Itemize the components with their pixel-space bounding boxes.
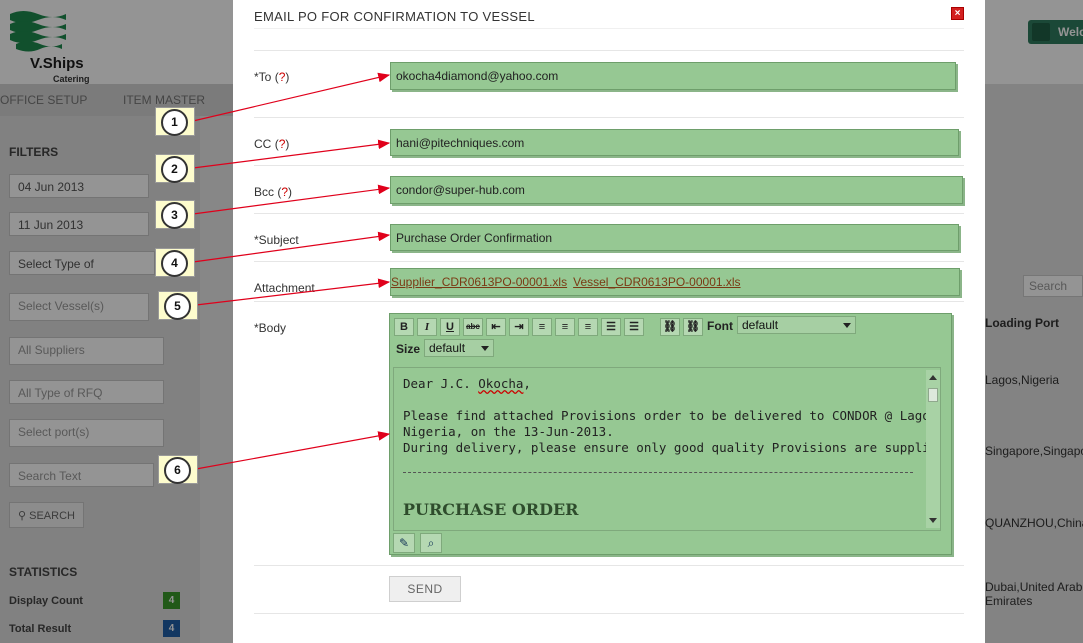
cc-label-text: CC [254,137,272,151]
size-select[interactable]: default [424,339,494,357]
close-icon: × [954,8,961,19]
editor-toolbar: B I U abc ⇤ ⇥ ≡ ≡ ≡ ☰ ☰ ⛓ ⛓ Font default… [390,314,951,360]
cc-field[interactable]: hani@pitechniques.com [390,129,959,156]
to-field[interactable]: okocha4diamond@yahoo.com [390,62,956,90]
body-line: Please find attached Provisions order to… [403,408,941,423]
bold-button[interactable]: B [394,318,414,336]
chevron-down-icon [843,323,851,328]
unlink-button[interactable]: ⛓ [683,318,703,336]
help-mark: ? [281,185,289,199]
preview-mode-icon[interactable]: ⌕ [420,533,442,553]
body-line: During delivery, please ensure only good… [403,440,941,455]
purchase-order-heading: PURCHASE ORDER [403,500,579,519]
attachment-link-vessel[interactable]: Vessel_CDR0613PO-00001.xls [573,275,740,289]
divider [254,301,964,302]
chevron-down-icon [481,346,489,351]
divider [403,472,913,473]
editor-body[interactable]: Dear J.C. Okocha, Please find attached P… [393,367,941,531]
callout-number: 3 [161,202,188,229]
callout-6: 6 [158,455,198,484]
align-right-button[interactable]: ≡ [578,318,598,336]
to-label-text: *To [254,70,272,84]
unordered-list-button[interactable]: ☰ [624,318,644,336]
bcc-help-link[interactable]: (?) [277,185,292,199]
underline-button[interactable]: U [440,318,460,336]
callout-2: 2 [155,154,195,183]
indent-button[interactable]: ⇥ [509,318,529,336]
scroll-down-icon[interactable] [929,518,937,523]
close-button[interactable]: × [951,7,964,20]
size-label: Size [396,342,421,356]
cc-label: CC (?) [254,137,289,151]
callout-number: 5 [164,293,191,320]
callout-number: 6 [164,457,191,484]
modal-title: EMAIL PO FOR CONFIRMATION TO VESSEL [254,9,535,24]
ordered-list-button[interactable]: ☰ [601,318,621,336]
help-mark: ? [278,137,286,151]
font-select[interactable]: default [737,316,856,334]
callout-5: 5 [158,291,198,320]
help-mark: ? [278,70,286,84]
body-label: *Body [254,321,287,335]
callout-number: 1 [161,109,188,136]
attachment-link-supplier[interactable]: Supplier_CDR0613PO-00001.xls [391,275,567,289]
scroll-up-icon[interactable] [929,375,937,380]
divider [254,613,964,614]
subject-label: *Subject [254,233,299,247]
italic-button[interactable]: I [417,318,437,336]
editor-scrollbar[interactable] [926,370,940,528]
callout-1: 1 [155,107,195,136]
size-select-value: default [429,341,466,355]
to-label: *To (?) [254,70,289,84]
to-help-link[interactable]: (?) [275,70,290,84]
bcc-field[interactable]: condor@super-hub.com [390,176,963,204]
divider [254,165,964,166]
design-mode-icon[interactable]: ✎ [393,533,415,553]
subject-field[interactable]: Purchase Order Confirmation [390,224,959,251]
divider [254,28,964,29]
divider [254,213,964,214]
callout-3: 3 [155,200,195,229]
bcc-label: Bcc (?) [254,185,292,199]
send-button[interactable]: SEND [389,576,461,602]
attachment-label: Attachment [254,281,315,295]
callout-number: 2 [161,156,188,183]
attachment-field: Supplier_CDR0613PO-00001.xls Vessel_CDR06… [390,268,960,296]
font-select-value: default [742,318,779,332]
divider [254,117,964,118]
callout-number: 4 [161,250,188,277]
callout-4: 4 [155,248,195,277]
scroll-thumb[interactable] [928,388,938,402]
outdent-button[interactable]: ⇤ [486,318,506,336]
cc-help-link[interactable]: (?) [275,137,290,151]
body-line: Dear J.C. Okocha, [403,376,531,391]
divider [254,565,964,566]
bcc-label-text: Bcc [254,185,275,199]
font-label: Font [707,319,733,333]
body-editor: B I U abc ⇤ ⇥ ≡ ≡ ≡ ☰ ☰ ⛓ ⛓ Font default… [389,313,952,555]
divider [254,261,964,262]
misspelled-word: Okocha [478,376,524,391]
align-left-button[interactable]: ≡ [555,318,575,336]
body-line: Nigeria, on the 13-Jun-2013. [403,424,614,439]
link-button[interactable]: ⛓ [660,318,680,336]
divider [254,50,964,51]
strikethrough-button[interactable]: abc [463,318,483,336]
editor-mode-bar: ✎ ⌕ [392,532,947,554]
align-center-button[interactable]: ≡ [532,318,552,336]
